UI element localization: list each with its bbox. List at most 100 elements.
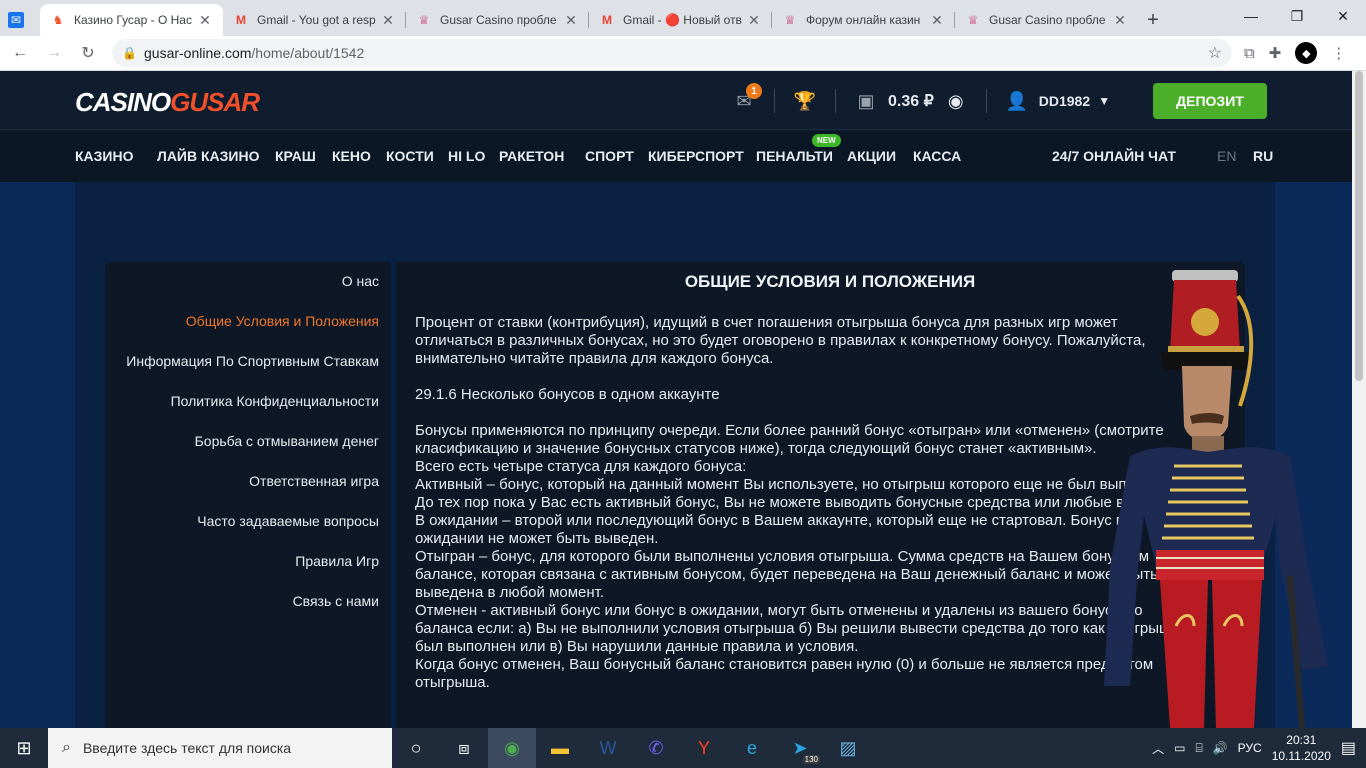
close-icon[interactable]: ✕	[197, 12, 213, 29]
nav-esports[interactable]: КИБЕРСПОРТ	[648, 148, 744, 164]
nav-crash[interactable]: КРАШ	[275, 148, 316, 164]
viber-icon[interactable]: ✆	[632, 728, 680, 768]
system-tray: ︿ ▭ ⌸ 🔊 РУС 20:31 10.11.2020 ▤	[1152, 732, 1366, 764]
mail-icon[interactable]: ✉ 1	[730, 83, 762, 115]
logo-text-gusar: GUSAR	[170, 87, 260, 117]
bookmark-star-icon[interactable]: ☆	[1208, 43, 1222, 63]
close-icon[interactable]: ✕	[563, 12, 579, 29]
sidebar-item-faq[interactable]: Часто задаваемые вопросы	[197, 513, 379, 529]
battery-icon[interactable]: ▭	[1174, 741, 1185, 755]
sidebar-item-aml[interactable]: Борьба с отмыванием денег	[195, 433, 379, 449]
sidebar-item-privacy[interactable]: Политика Конфиденциальности	[171, 393, 379, 409]
section-heading: 29.1.6 Несколько бонусов в одном аккаунт…	[415, 386, 720, 403]
menu-dots-icon[interactable]: ⋮	[1331, 44, 1346, 62]
nav-raketon[interactable]: РАКЕТОН	[499, 148, 564, 164]
nav-casino[interactable]: КАЗИНО	[75, 148, 134, 164]
scrollbar-thumb[interactable]	[1355, 71, 1363, 381]
nav-live-casino[interactable]: ЛАЙВ КАЗИНО	[157, 148, 259, 164]
nav-promotions[interactable]: АКЦИИ	[847, 148, 896, 164]
taskbar-search[interactable]: ⌕ Введите здесь текст для поиска	[48, 728, 392, 768]
close-icon[interactable]: ✕	[380, 12, 396, 29]
nav-hilo[interactable]: HI LO	[448, 148, 485, 164]
logo-text-casino: CASINO	[75, 87, 171, 117]
live-chat-link[interactable]: 24/7 ОНЛАЙН ЧАТ	[1052, 148, 1176, 164]
forum-favicon: ♕	[418, 13, 430, 27]
tab-forum-1[interactable]: ♕ Gusar Casino пробле ✕	[406, 4, 589, 36]
tab-title: Gusar Casino пробле	[440, 13, 557, 27]
paragraph: Отыгран – бонус, для которого были выпол…	[415, 548, 1158, 601]
search-placeholder: Введите здесь текст для поиска	[82, 740, 292, 756]
network-icon[interactable]: ⌸	[1196, 741, 1203, 756]
lang-en[interactable]: EN	[1217, 148, 1236, 164]
hide-balance-eye-icon[interactable]: ◉	[942, 87, 970, 115]
terms-body: Процент от ставки (контрибуция), идущий …	[415, 314, 1195, 692]
casino-logo[interactable]: CASINOGUSAR	[75, 87, 260, 118]
new-tab-button[interactable]: +	[1138, 4, 1168, 36]
minimize-icon[interactable]: —	[1228, 0, 1274, 32]
chevron-down-icon[interactable]: ▼	[1090, 87, 1118, 115]
user-icon: 👤	[1005, 90, 1028, 111]
nav-cashier[interactable]: КАССА	[913, 148, 961, 164]
tab-title: Казино Гусар - О Нас	[74, 13, 192, 27]
nav-penalty[interactable]: ПЕНАЛЬТИ NEW	[756, 134, 841, 164]
lang-ru[interactable]: RU	[1253, 148, 1273, 164]
gmail-icon: M	[602, 13, 612, 27]
cortana-icon[interactable]: ○	[392, 728, 440, 768]
tab-forum-3[interactable]: ♕ Gusar Casino пробле ✕	[955, 4, 1138, 36]
profile-avatar-icon[interactable]: ◆	[1295, 42, 1318, 64]
photos-icon[interactable]: ▨	[824, 728, 872, 768]
task-view-icon[interactable]: ⧈	[440, 728, 488, 768]
mail-count-badge: 1	[746, 83, 762, 99]
sidebar-item-about[interactable]: О нас	[342, 273, 379, 289]
extension-icon[interactable]: ⧉	[1244, 45, 1255, 62]
search-icon: ⌕	[62, 739, 71, 756]
balance-value: 0.36 ₽	[888, 93, 934, 110]
tab-forum-2[interactable]: ♕ Форум онлайн казин ✕	[772, 4, 955, 36]
chrome-icon[interactable]: ◉	[488, 728, 536, 768]
paragraph: Процент от ставки (контрибуция), идущий …	[415, 314, 1146, 367]
trophy-icon[interactable]: 🏆	[791, 87, 819, 115]
back-icon[interactable]: ←	[6, 39, 34, 67]
yandex-icon[interactable]: Y	[680, 728, 728, 768]
mail-app-icon: ✉	[8, 12, 24, 28]
tab-casino[interactable]: ♞ Казино Гусар - О Нас ✕	[40, 4, 223, 36]
page-scrollbar[interactable]	[1352, 71, 1366, 728]
file-explorer-icon[interactable]: ▬	[536, 728, 584, 768]
word-icon[interactable]: W	[584, 728, 632, 768]
paragraph: Бонусы применяются по принципу очереди. …	[415, 422, 1164, 457]
telegram-icon[interactable]: ➤ 130	[776, 728, 824, 768]
close-window-icon[interactable]: ✕	[1320, 0, 1366, 32]
tab-gmail-2[interactable]: M Gmail - 🔴 Новый отв ✕	[589, 4, 772, 36]
deposit-button[interactable]: ДЕПОЗИТ	[1153, 83, 1267, 119]
username[interactable]: DD1982	[1039, 93, 1090, 109]
url-host: gusar-online.com	[144, 45, 252, 61]
sidebar-item-contact[interactable]: Связь с нами	[293, 593, 379, 609]
tab-title: Gmail - You got a resp	[257, 13, 376, 27]
tab-gmail-1[interactable]: M Gmail - You got a resp ✕	[223, 4, 406, 36]
sidebar-item-game-rules[interactable]: Правила Игр	[295, 553, 379, 569]
forward-icon[interactable]: →	[40, 39, 68, 67]
sidebar-item-sports-betting[interactable]: Информация По Спортивным Ставкам	[126, 353, 379, 369]
wallet-icon[interactable]: ▣	[852, 87, 880, 115]
url-path: /home/about/1542	[251, 45, 365, 61]
close-icon[interactable]: ✕	[1112, 12, 1128, 29]
sidebar-item-terms[interactable]: Общие Условия и Положения	[186, 313, 379, 329]
nav-keno[interactable]: КЕНО	[332, 148, 371, 164]
outlook-app-tab[interactable]: ✉	[0, 4, 40, 36]
sidebar-item-responsible-gaming[interactable]: Ответственная игра	[249, 473, 379, 489]
notifications-icon[interactable]: ▤	[1341, 738, 1356, 758]
nav-dice[interactable]: КОСТИ	[386, 148, 434, 164]
clock[interactable]: 20:31 10.11.2020	[1272, 732, 1331, 764]
volume-icon[interactable]: 🔊	[1213, 741, 1228, 755]
reload-icon[interactable]: ↻	[74, 39, 102, 67]
address-bar[interactable]: 🔒 gusar-online.com/home/about/1542 ☆	[112, 39, 1232, 67]
nav-sport[interactable]: СПОРТ	[585, 148, 634, 164]
windows-start-icon[interactable]: ⊞	[0, 728, 48, 768]
edge-icon[interactable]: e	[728, 728, 776, 768]
close-icon[interactable]: ✕	[746, 12, 762, 29]
puzzle-extensions-icon[interactable]: ✚	[1269, 44, 1282, 62]
close-icon[interactable]: ✕	[929, 12, 945, 29]
maximize-icon[interactable]: ❐	[1274, 0, 1320, 32]
tray-chevron-icon[interactable]: ︿	[1152, 740, 1164, 757]
input-language[interactable]: РУС	[1238, 741, 1262, 755]
